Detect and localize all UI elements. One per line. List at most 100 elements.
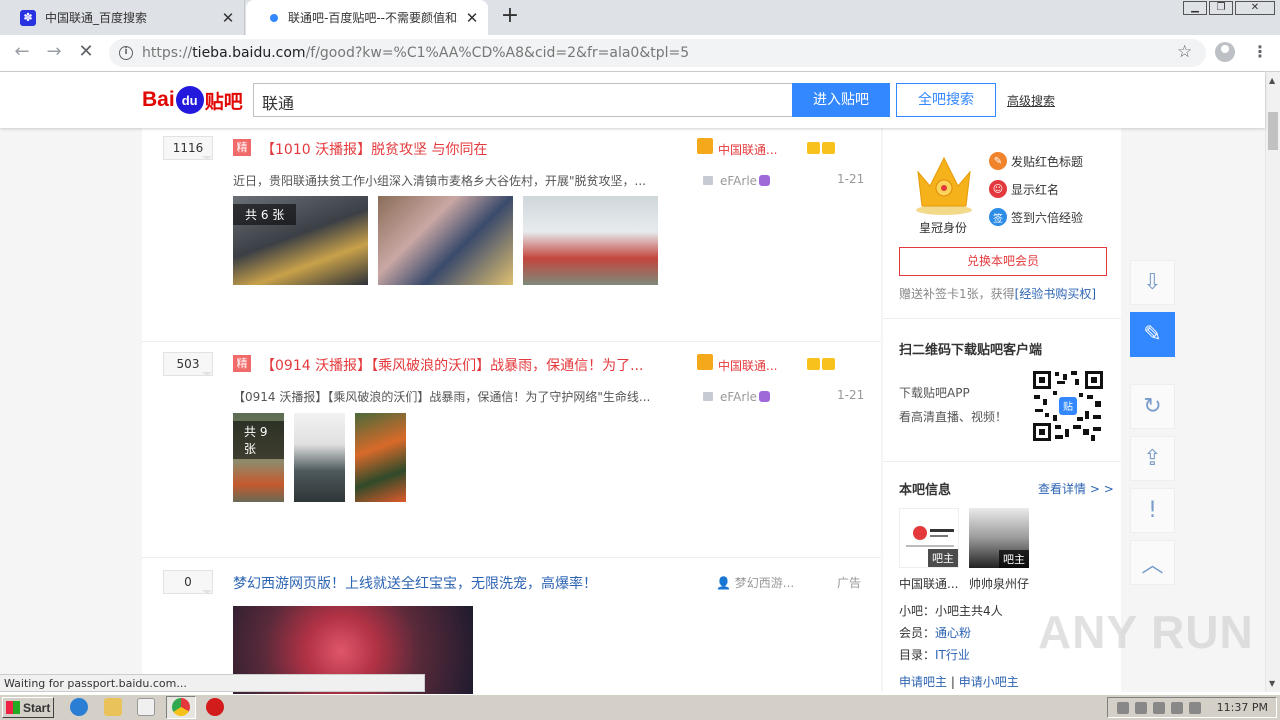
back-to-top-icon[interactable]: ︿ [1130, 540, 1175, 585]
member-info: 会员：通心粉 [899, 624, 971, 641]
tab-title: 中国联通_百度搜索 [45, 11, 148, 25]
edit-icon[interactable]: ✎ [1130, 312, 1175, 357]
crown-icon [916, 156, 972, 215]
volume-icon[interactable] [1134, 701, 1147, 714]
media-player-icon[interactable] [137, 698, 155, 716]
view-details-label: 查看详情 [1038, 482, 1087, 496]
close-icon[interactable]: ✕ [464, 9, 480, 27]
exchange-member-button[interactable]: 兑换本吧会员 [899, 247, 1107, 276]
tray-app-icon[interactable] [1170, 701, 1183, 714]
thread-item[interactable]: 503 精 【0914 沃播报】【乘风破浪的沃们】战暴雨，保通信！为了... 中… [142, 342, 881, 558]
profile-avatar-icon[interactable] [1215, 42, 1235, 62]
back-arrow-icon[interactable]: ← [10, 42, 34, 64]
flag-icon[interactable] [1188, 701, 1201, 714]
thread-date: 1-21 [837, 172, 865, 186]
last-replier[interactable]: eFArle [720, 390, 771, 404]
thread-title[interactable]: 【1010 沃播报】脱贫攻坚 与你同在 [261, 139, 651, 159]
signin-icon: 签 [989, 208, 1007, 226]
apply-manager-link[interactable]: 申请吧主 [899, 675, 947, 689]
minimize-button[interactable]: ▁ [1183, 1, 1207, 15]
manager-avatar[interactable]: 吧主 [899, 508, 959, 568]
divider [883, 318, 1121, 319]
thread-author[interactable]: 中国联通... [718, 141, 777, 158]
tab-tieba[interactable]: 联通吧-百度贴吧--不需要颜值和才华 ✕ [246, 0, 488, 35]
scroll-thumb[interactable] [1268, 112, 1278, 150]
url-text[interactable]: https://tieba.baidu.com/f/good?kw=%C1%AA… [142, 45, 689, 61]
perk-red-title: ✎ 发贴红色标题 [989, 152, 1083, 170]
member-link[interactable]: 通心粉 [935, 626, 971, 640]
address-bar[interactable]: i https://tieba.baidu.com/f/good?kw=%C1%… [109, 39, 1206, 67]
ad-title[interactable]: 梦幻西游网页版！上线就送全红宝宝，无限洗宠，高爆率！ [233, 573, 653, 593]
page-scrollbar[interactable]: ▲ ▼ [1265, 72, 1280, 692]
thread-image[interactable] [294, 413, 345, 502]
view-details-link[interactable]: 查看详情 > > [1038, 480, 1114, 497]
refresh-icon[interactable]: ↻ [1130, 384, 1175, 429]
scroll-up-icon[interactable]: ▲ [1269, 76, 1275, 85]
thread-date: 1-21 [837, 388, 865, 402]
new-tab-button[interactable]: + [498, 5, 522, 29]
info-label: 目录： [899, 648, 936, 662]
ie-icon[interactable] [70, 698, 88, 716]
close-icon[interactable]: ✕ [220, 9, 236, 27]
report-icon[interactable]: ! [1130, 488, 1175, 533]
manager-name[interactable]: 中国联通... [899, 575, 958, 592]
search-all-button[interactable]: 全吧搜索 [896, 83, 996, 117]
bookmark-star-icon[interactable]: ☆ [1177, 42, 1192, 62]
thread-image[interactable] [523, 196, 658, 285]
anyrun-watermark: ANY RUN [1038, 606, 1254, 658]
directory-link[interactable]: IT行业 [935, 648, 970, 662]
thread-list: 1116 精 【1010 沃播报】脱贫攻坚 与你同在 中国联通... 近日，贵阳… [142, 128, 881, 696]
user-level-icon [759, 175, 771, 186]
apply-small-manager-link[interactable]: 申请小吧主 [959, 675, 1019, 689]
reply-icon [703, 392, 713, 401]
thread-snippet: 【0914 沃播报】【乘风破浪的沃们】战暴雨，保通信！为了守护网络"生命线... [233, 390, 651, 404]
forward-arrow-icon[interactable]: → [42, 42, 66, 64]
download-icon[interactable]: ⇩ [1130, 260, 1175, 305]
user-level-icon [759, 391, 771, 402]
image-count: 共 6 张 [233, 204, 297, 225]
alert-app-icon[interactable] [206, 698, 224, 716]
thread-title[interactable]: 【0914 沃播报】【乘风破浪的沃们】战暴雨，保通信！为了... [261, 355, 651, 375]
url-path: /f/good?kw=%C1%AA%CD%A8&cid=2&fr=ala0&tp… [305, 45, 690, 61]
thread-image[interactable] [378, 196, 513, 285]
manager-avatar[interactable]: 吧主 [969, 508, 1029, 568]
search-input[interactable]: 联通 [253, 83, 793, 117]
status-bar: Waiting for passport.baidu.com... [0, 674, 425, 692]
baidu-tieba-logo[interactable]: Bai du 贴吧 [142, 82, 243, 118]
last-replier-name: eFArle [720, 174, 758, 188]
featured-tag: 精 [233, 355, 251, 372]
tab-baidu-search[interactable]: ✽ 中国联通_百度搜索 ✕ [0, 0, 245, 35]
scroll-down-icon[interactable]: ▼ [1269, 679, 1275, 688]
share-icon[interactable]: ⇪ [1130, 436, 1175, 481]
manager-name[interactable]: 帅帅泉州仔 [969, 575, 1029, 592]
advanced-search-link[interactable]: 高级搜索 [1007, 92, 1055, 109]
loading-dot-icon [270, 13, 278, 22]
info-icon[interactable]: i [119, 46, 133, 60]
thread-item[interactable]: 1116 精 【1010 沃播报】脱贫攻坚 与你同在 中国联通... 近日，贵阳… [142, 128, 881, 342]
separator: | [950, 675, 955, 689]
network-icon[interactable] [1152, 701, 1165, 714]
browser-menu-icon[interactable]: ⋮ [1252, 42, 1268, 61]
featured-tag: 精 [233, 139, 251, 156]
stop-loading-icon[interactable]: ✕ [74, 42, 98, 64]
last-replier[interactable]: eFArle [720, 174, 771, 188]
svg-text:贴: 贴 [1063, 400, 1073, 413]
thread-image[interactable] [355, 413, 406, 502]
restore-button[interactable]: ❐ [1209, 1, 1233, 15]
author-badge-icon [697, 354, 713, 370]
tray-arrow-icon[interactable] [1116, 701, 1129, 714]
url-domain: tieba.baidu.com [192, 45, 306, 61]
gift-link[interactable]: [经验书购买权] [1015, 287, 1096, 301]
logo-bai: Bai [142, 88, 175, 111]
folder-icon[interactable] [104, 698, 122, 716]
thread-image[interactable]: 共 9 张 [233, 413, 284, 502]
thread-image[interactable]: 共 6 张 [233, 196, 368, 285]
author-badge-icon [697, 138, 713, 154]
enter-bar-button[interactable]: 进入贴吧 [792, 83, 890, 117]
start-button[interactable]: Start [2, 697, 54, 718]
member-badge-icon [822, 142, 835, 154]
thread-author[interactable]: 中国联通... [718, 357, 777, 374]
close-window-button[interactable]: ✕ [1235, 1, 1275, 15]
logo-du: du [175, 86, 204, 114]
member-badge-icon [822, 358, 835, 370]
